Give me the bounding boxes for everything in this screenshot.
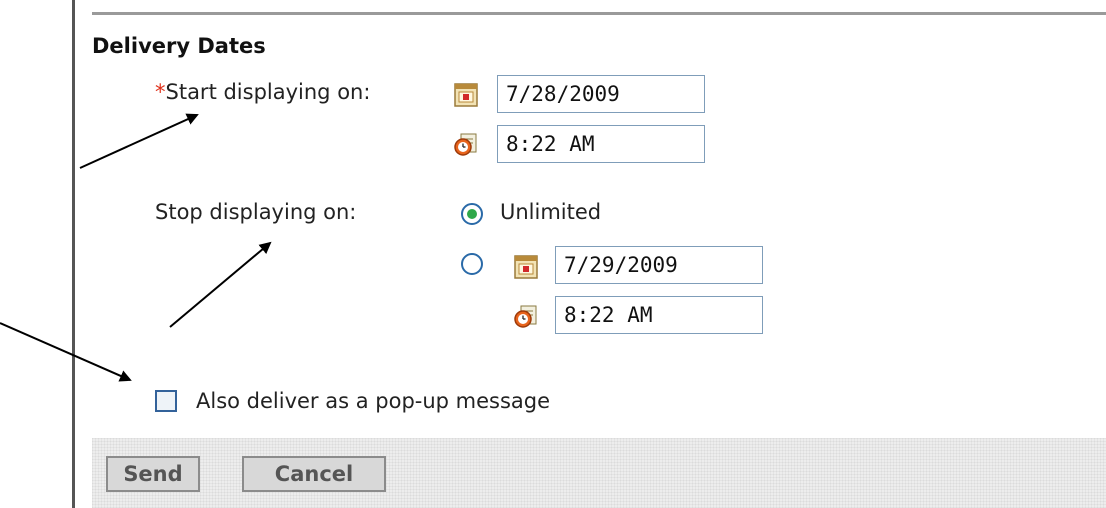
start-time-input[interactable]: 8:22 AM xyxy=(497,125,705,163)
start-label: Start displaying on: xyxy=(165,80,371,104)
stop-date-radio[interactable] xyxy=(461,253,483,275)
required-marker: * xyxy=(155,80,166,104)
send-button[interactable]: Send xyxy=(106,456,200,492)
stop-label: Stop displaying on: xyxy=(155,200,357,224)
button-bar: Send Cancel xyxy=(92,438,1106,508)
left-border xyxy=(72,0,75,508)
popup-checkbox[interactable] xyxy=(155,390,177,412)
arrow-to-popup-checkbox xyxy=(0,322,132,382)
arrow-to-stop-label xyxy=(169,241,272,328)
cancel-button[interactable]: Cancel xyxy=(242,456,386,492)
section-divider xyxy=(92,12,1106,15)
clock-icon[interactable] xyxy=(512,302,540,330)
calendar-icon[interactable] xyxy=(452,81,480,109)
unlimited-radio[interactable] xyxy=(461,203,483,225)
clock-icon[interactable] xyxy=(452,130,480,158)
stop-date-input[interactable]: 7/29/2009 xyxy=(555,246,763,284)
unlimited-label: Unlimited xyxy=(500,200,602,224)
start-label-row: *Start displaying on: xyxy=(155,80,370,104)
calendar-icon[interactable] xyxy=(512,253,540,281)
popup-label: Also deliver as a pop-up message xyxy=(196,389,551,413)
radio-selected-dot xyxy=(467,209,477,219)
arrow-to-start-label xyxy=(79,113,199,169)
stop-time-input[interactable]: 8:22 AM xyxy=(555,296,763,334)
section-title: Delivery Dates xyxy=(92,34,266,58)
start-date-input[interactable]: 7/28/2009 xyxy=(497,75,705,113)
